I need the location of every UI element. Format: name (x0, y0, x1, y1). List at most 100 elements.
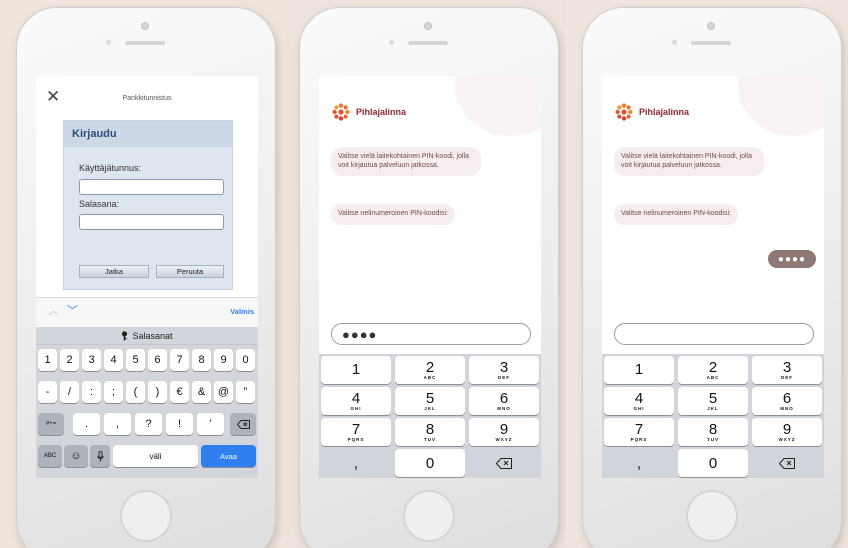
close-icon[interactable]: ✕ (46, 88, 60, 105)
numpad-key[interactable]: 9 WXYZ (752, 418, 822, 446)
password-label: Salasana: (79, 199, 120, 209)
key[interactable]: 4 (104, 349, 123, 371)
numpad-key[interactable]: 3 DEF (469, 356, 539, 384)
sensor (389, 40, 394, 45)
speaker (691, 41, 731, 45)
numpad-key[interactable]: 9 WXYZ (469, 418, 539, 446)
key[interactable]: ) (148, 381, 167, 403)
numpad-key[interactable]: 2 ABC (395, 356, 465, 384)
backspace-icon (779, 457, 795, 469)
continue-button[interactable]: Jatka (79, 265, 149, 278)
key[interactable]: ( (126, 381, 145, 403)
go-key[interactable]: Avaa (201, 445, 256, 467)
login-title: Kirjaudu (64, 121, 232, 147)
pihlajalinna-logo-icon (615, 103, 633, 121)
numpad: 1 2 ABC 3 DEF 4 GHI 5 JKL 6 MNO 7 PQRS 8 TUV 9W… (319, 354, 541, 478)
key[interactable]: / (60, 381, 79, 403)
key[interactable]: , (104, 413, 131, 435)
keyboard-toolbar: ︿ ﹀ Valmis (36, 297, 258, 327)
login-form: Kirjaudu Käyttäjätunnus: Salasana: Jatka… (63, 120, 233, 290)
key[interactable]: 7 (170, 349, 189, 371)
numpad-key[interactable]: 0 (678, 449, 748, 477)
numpad-key[interactable]: 1 (321, 356, 391, 384)
phone-frame: ✕ Pankkitunnistus Kirjaudu Käyttäjätunnu… (17, 8, 275, 548)
key[interactable]: ? (135, 413, 162, 435)
home-button[interactable] (686, 490, 738, 542)
key[interactable]: 5 (126, 349, 145, 371)
home-button[interactable] (120, 490, 172, 542)
numpad-key[interactable]: 8 TUV (395, 418, 465, 446)
microphone-icon (96, 450, 104, 461)
done-button[interactable]: Valmis (230, 307, 254, 316)
symbols-key[interactable]: #+= (38, 413, 64, 435)
numpad-key[interactable]: 3 DEF (752, 356, 822, 384)
bot-message: Valitse vielä laitekohtainen PIN-koodi, … (614, 147, 764, 177)
pihlajalinna-logo-icon (332, 103, 350, 121)
key-row-3: #+= . , ? ! ’ (36, 413, 258, 435)
backspace-key[interactable] (230, 413, 256, 435)
numpad-key[interactable]: 2 ABC (678, 356, 748, 384)
numpad: 1 2 ABC 3 DEF 4 GHI 5 JKL 6 MNO 7 PQRS 8 TUV 9W… (602, 354, 824, 478)
camera (141, 22, 149, 30)
numpad-key[interactable]: 1 (604, 356, 674, 384)
brand-name: Pihlajalinna (356, 107, 407, 117)
brand: Pihlajalinna (331, 102, 406, 122)
key[interactable]: 6 (148, 349, 167, 371)
key[interactable]: - (38, 381, 57, 403)
numpad-key[interactable]: 5 JKL (678, 387, 748, 415)
backspace-key[interactable] (752, 449, 822, 477)
key[interactable]: ’ (197, 413, 224, 435)
numpad-key[interactable]: 8 TUV (678, 418, 748, 446)
passwords-label: Salasanat (132, 330, 173, 341)
key[interactable]: @ (214, 381, 233, 403)
phone-screen: ✕ Pankkitunnistus Kirjaudu Käyttäjätunnu… (36, 76, 258, 478)
numpad-key[interactable]: 6 MNO (752, 387, 822, 415)
bot-message: Valitse nelinumeroinen PIN-koodisi: (331, 204, 455, 225)
numpad-key[interactable]: 6 MNO (469, 387, 539, 415)
pin-input[interactable]: ●●●● (331, 323, 531, 345)
chevron-down-icon[interactable]: ﹀ (67, 306, 78, 317)
key[interactable]: 3 (82, 349, 101, 371)
numpad-key[interactable]: 7 PQRS (321, 418, 391, 446)
numpad-key[interactable]: 7 PQRS (604, 418, 674, 446)
phone-frame: Pihlajalinna Valitse vielä laitekohtaine… (300, 8, 558, 548)
comma-key[interactable]: , (604, 449, 674, 477)
numpad-key[interactable]: 0 (395, 449, 465, 477)
key[interactable]: ” (236, 381, 255, 403)
chevron-up-icon[interactable]: ︿ (48, 306, 59, 317)
key[interactable]: ; (104, 381, 123, 403)
password-field[interactable] (79, 214, 224, 230)
key[interactable]: 0 (236, 349, 255, 371)
key[interactable]: . (73, 413, 100, 435)
key[interactable]: 1 (38, 349, 57, 371)
space-key[interactable]: väli (113, 445, 198, 467)
bot-message: Valitse nelinumeroinen PIN-koodisi: (614, 204, 738, 225)
key[interactable]: 2 (60, 349, 79, 371)
phone-frame: Pihlajalinna Valitse vielä laitekohtaine… (583, 8, 841, 548)
camera (707, 22, 715, 30)
key[interactable]: 9 (214, 349, 233, 371)
key[interactable]: 8 (192, 349, 211, 371)
home-button[interactable] (403, 490, 455, 542)
key[interactable]: ! (166, 413, 193, 435)
abc-key[interactable]: ABC (38, 445, 62, 467)
microphone-key[interactable] (90, 445, 110, 467)
phone-screen: Pihlajalinna Valitse vielä laitekohtaine… (319, 76, 541, 478)
camera (424, 22, 432, 30)
sensor (106, 40, 111, 45)
comma-key[interactable]: , (321, 449, 391, 477)
numpad-key[interactable]: 4 GHI (604, 387, 674, 415)
user-message: ●●●● (768, 250, 816, 268)
numpad-key[interactable]: 5 JKL (395, 387, 465, 415)
username-field[interactable] (79, 179, 224, 195)
key[interactable]: € (170, 381, 189, 403)
key[interactable]: & (192, 381, 211, 403)
passwords-bar[interactable]: Salasanat (36, 327, 258, 345)
emoji-icon[interactable]: ☺ (64, 445, 88, 467)
numpad-key[interactable]: 4 GHI (321, 387, 391, 415)
key[interactable]: : (82, 381, 101, 403)
backspace-key[interactable] (469, 449, 539, 477)
cancel-button[interactable]: Peruuta (156, 265, 224, 278)
sensor (672, 40, 677, 45)
pin-input[interactable] (614, 323, 814, 345)
